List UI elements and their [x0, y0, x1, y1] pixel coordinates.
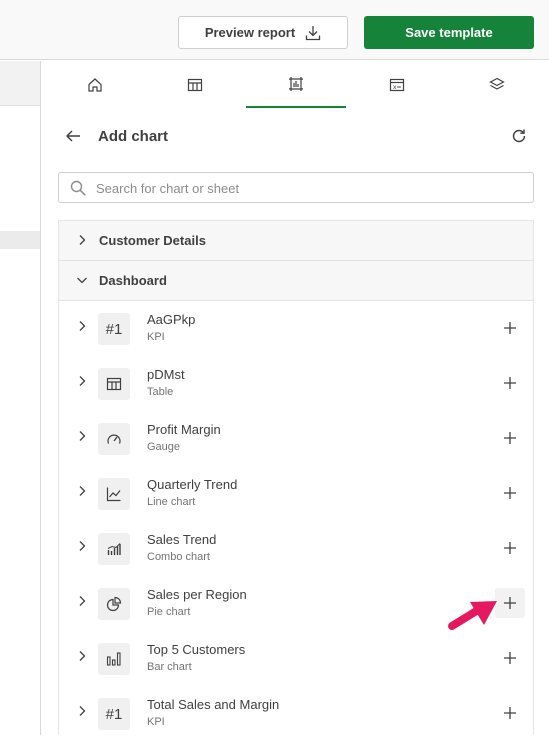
- left-pane-header: [0, 61, 40, 106]
- item-type: Bar chart: [147, 661, 192, 673]
- tab-layers[interactable]: [447, 61, 547, 108]
- save-template-label: Save template: [405, 25, 493, 40]
- chevron-right-icon: [75, 233, 89, 252]
- plus-icon: [504, 377, 516, 389]
- add-chart-button[interactable]: [495, 698, 525, 728]
- add-chart-button[interactable]: [495, 368, 525, 398]
- pointer-arrow-icon: [448, 601, 497, 630]
- plus-icon: [504, 487, 516, 499]
- list-item[interactable]: Top 5 Customers Bar chart: [59, 631, 533, 686]
- item-name: Sales Trend: [147, 532, 217, 547]
- kpi-icon: #1: [98, 313, 130, 345]
- preview-report-button[interactable]: Preview report: [178, 16, 348, 49]
- add-chart-button[interactable]: [495, 423, 525, 453]
- section-label: Customer Details: [99, 233, 206, 248]
- add-chart-button[interactable]: [495, 478, 525, 508]
- list-item[interactable]: Sales Trend Combo chart: [59, 521, 533, 576]
- chevron-right-icon[interactable]: [75, 594, 89, 613]
- chart-frame-icon: [289, 76, 303, 91]
- item-type: Combo chart: [147, 551, 210, 563]
- table-icon: [98, 368, 130, 400]
- tab-charts[interactable]: [246, 61, 346, 108]
- item-name: Total Sales and Margin: [147, 697, 280, 712]
- section-label: Dashboard: [99, 273, 167, 288]
- refresh-icon: [512, 129, 526, 143]
- plus-icon: [504, 652, 516, 664]
- item-name: AaGPkp: [147, 312, 196, 327]
- chevron-right-icon[interactable]: [75, 649, 89, 668]
- preview-report-label: Preview report: [204, 25, 296, 40]
- left-pane: [0, 61, 41, 735]
- tab-variables[interactable]: x=: [347, 61, 447, 108]
- section-customer-details[interactable]: Customer Details: [59, 221, 533, 261]
- add-chart-button[interactable]: [495, 643, 525, 673]
- chevron-right-icon[interactable]: [75, 374, 89, 393]
- search-field[interactable]: [58, 172, 534, 203]
- top-toolbar: Preview report Save template: [0, 0, 549, 60]
- gauge-icon: [98, 423, 130, 455]
- item-name: Quarterly Trend: [147, 477, 238, 492]
- layers-icon: [489, 77, 505, 90]
- chevron-right-icon[interactable]: [75, 319, 89, 338]
- add-chart-button[interactable]: [495, 313, 525, 343]
- plus-icon: [504, 597, 516, 609]
- tab-table[interactable]: [145, 61, 245, 108]
- variable-icon: x=: [389, 78, 405, 91]
- item-type: Gauge: [147, 441, 181, 453]
- plus-icon: [504, 707, 516, 719]
- chevron-right-icon[interactable]: [75, 539, 89, 558]
- item-name: Sales per Region: [147, 587, 247, 602]
- chevron-right-icon[interactable]: [75, 429, 89, 448]
- item-name: Profit Margin: [147, 422, 221, 437]
- chevron-right-icon[interactable]: [75, 484, 89, 503]
- panel-title: Add chart: [98, 128, 169, 145]
- item-type: Line chart: [147, 496, 196, 508]
- panel-header: Add chart: [58, 120, 534, 154]
- list-item[interactable]: Quarterly Trend Line chart: [59, 466, 533, 521]
- left-pane-selected-row[interactable]: [0, 231, 40, 249]
- section-dashboard[interactable]: Dashboard: [59, 261, 533, 301]
- chevron-right-icon[interactable]: [75, 704, 89, 723]
- back-arrow-icon: [66, 130, 80, 142]
- item-type: KPI: [147, 331, 165, 343]
- chevron-down-icon: [75, 273, 89, 292]
- back-button[interactable]: [64, 127, 82, 150]
- download-icon: [306, 25, 321, 40]
- list-item[interactable]: pDMst Table: [59, 356, 533, 411]
- item-type: Pie chart: [147, 606, 191, 618]
- search-input[interactable]: [96, 178, 516, 198]
- list-item[interactable]: Profit Margin Gauge: [59, 411, 533, 466]
- bar-chart-icon: [98, 643, 130, 675]
- refresh-button[interactable]: [510, 127, 528, 150]
- list-item[interactable]: #1 Total Sales and Margin KPI: [59, 686, 533, 741]
- kpi-glyph: #1: [105, 320, 123, 338]
- line-chart-icon: [98, 478, 130, 510]
- save-template-button[interactable]: Save template: [364, 16, 534, 49]
- plus-icon: [504, 322, 516, 334]
- plus-icon: [504, 432, 516, 444]
- search-icon: [69, 179, 87, 202]
- panel-tabs: x=: [42, 61, 549, 108]
- list-item[interactable]: #1 AaGPkp KPI: [59, 301, 533, 356]
- table-icon: [187, 78, 203, 91]
- kpi-glyph: #1: [105, 705, 123, 723]
- combo-chart-icon: [98, 533, 130, 565]
- tab-home[interactable]: [45, 61, 145, 108]
- pie-chart-icon: [98, 588, 130, 620]
- item-name: Top 5 Customers: [147, 642, 246, 657]
- plus-icon: [504, 542, 516, 554]
- kpi-icon: #1: [98, 698, 130, 730]
- home-icon: [88, 77, 102, 92]
- item-type: Table: [147, 386, 174, 398]
- item-type: KPI: [147, 716, 165, 728]
- item-name: pDMst: [147, 367, 185, 382]
- svg-text:x=: x=: [393, 84, 402, 91]
- chart-list: Customer Details Dashboard #1 AaGPkp KPI…: [58, 220, 534, 735]
- add-chart-button[interactable]: [495, 533, 525, 563]
